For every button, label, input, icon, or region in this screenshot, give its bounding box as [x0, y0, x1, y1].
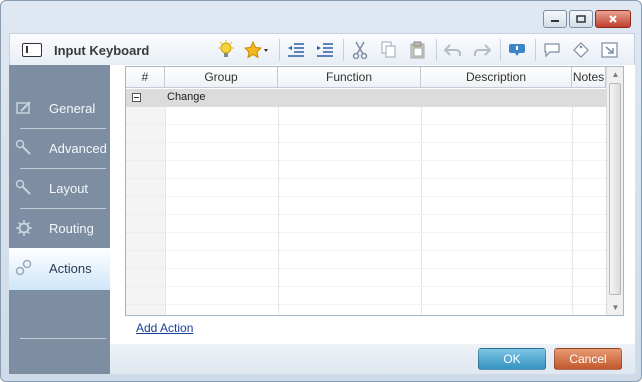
sidebar-item-actions[interactable]: Actions	[9, 248, 110, 290]
group-row[interactable]: Change	[126, 89, 606, 107]
grid-column-line	[421, 107, 422, 315]
comment-icon[interactable]	[506, 39, 528, 61]
grid-row-line	[126, 214, 606, 215]
actions-grid: # Group Function Description Notes Chang…	[125, 66, 624, 316]
cut-icon[interactable]	[349, 39, 371, 61]
gears-icon	[15, 259, 32, 276]
minimize-icon	[551, 20, 559, 22]
undo-icon[interactable]	[442, 39, 464, 61]
scroll-up-icon[interactable]: ▲	[611, 70, 620, 79]
close-icon	[609, 15, 617, 23]
column-header-group[interactable]: Group	[165, 67, 278, 88]
grid-row-line	[126, 250, 606, 251]
sidebar-item-label: Routing	[49, 221, 94, 236]
grid-header: # Group Function Description Notes	[126, 67, 606, 88]
vertical-scrollbar[interactable]: ▲ ▼	[606, 67, 623, 315]
sidebar-item-general[interactable]: General	[9, 88, 110, 128]
grid-row-line	[126, 268, 606, 269]
row-number-column	[126, 107, 165, 315]
nav-divider	[20, 338, 106, 339]
tag-icon[interactable]	[570, 39, 592, 61]
grid-row-line	[126, 178, 606, 179]
indent-icon[interactable]	[314, 39, 336, 61]
column-header-notes[interactable]: Notes	[572, 67, 606, 88]
maximize-button[interactable]	[569, 10, 593, 28]
collapse-icon[interactable]	[132, 93, 141, 102]
minimize-button[interactable]	[543, 10, 567, 28]
lightbulb-icon[interactable]	[215, 39, 237, 61]
wrench-icon	[15, 179, 31, 195]
grid-column-line	[165, 107, 166, 315]
edit-icon	[16, 101, 31, 114]
sidebar-item-layout[interactable]: Layout	[9, 168, 110, 208]
star-icon[interactable]	[244, 39, 272, 61]
redo-icon[interactable]	[471, 39, 493, 61]
copy-icon[interactable]	[378, 39, 400, 61]
group-label: Change	[167, 91, 206, 103]
sidebar-item-advanced[interactable]: Advanced	[9, 128, 110, 168]
scrollbar-thumb[interactable]	[609, 83, 621, 295]
toolbar: Input Keyboard	[9, 33, 635, 65]
export-icon[interactable]	[599, 39, 621, 61]
maximize-icon	[576, 15, 586, 23]
outdent-icon[interactable]	[285, 39, 307, 61]
sidebar: General Advanced Layout Routing Actions	[9, 65, 110, 374]
grid-row-line	[126, 304, 606, 305]
sidebar-item-label: Advanced	[49, 141, 107, 156]
sidebar-item-label: Actions	[49, 261, 92, 276]
dialog-window: Input Keyboard General Advanced Layout R…	[0, 0, 642, 382]
grid-row-line	[126, 142, 606, 143]
column-header-number[interactable]: #	[126, 67, 165, 88]
grid-row-line	[126, 286, 606, 287]
toolbar-separator	[436, 39, 437, 61]
grid-row-line	[126, 196, 606, 197]
scroll-down-icon[interactable]: ▼	[611, 303, 620, 312]
keyboard-icon	[22, 43, 42, 57]
grid-column-line	[572, 107, 573, 315]
sidebar-item-routing[interactable]: Routing	[9, 208, 110, 248]
window-controls	[543, 10, 631, 28]
grid-row-line	[126, 160, 606, 161]
gear-icon	[16, 220, 32, 236]
column-header-function[interactable]: Function	[278, 67, 421, 88]
grid-row-line	[126, 232, 606, 233]
column-header-description[interactable]: Description	[421, 67, 572, 88]
window-title: Input Keyboard	[54, 43, 150, 58]
sidebar-item-label: Layout	[49, 181, 89, 196]
ok-button[interactable]: OK	[478, 348, 546, 370]
toolbar-icons	[215, 39, 628, 61]
grid-column-line	[278, 107, 279, 315]
grid-row-line	[126, 124, 606, 125]
sidebar-item-label: General	[49, 101, 96, 116]
wrench-icon	[15, 139, 31, 155]
toolbar-separator	[535, 39, 536, 61]
close-button[interactable]	[595, 10, 631, 28]
toolbar-separator	[279, 39, 280, 61]
toolbar-separator	[343, 39, 344, 61]
toolbar-separator	[500, 39, 501, 61]
cancel-button[interactable]: Cancel	[554, 348, 622, 370]
paste-icon[interactable]	[407, 39, 429, 61]
add-action-link[interactable]: Add Action	[136, 321, 193, 335]
speech-bubble-icon[interactable]	[541, 39, 563, 61]
